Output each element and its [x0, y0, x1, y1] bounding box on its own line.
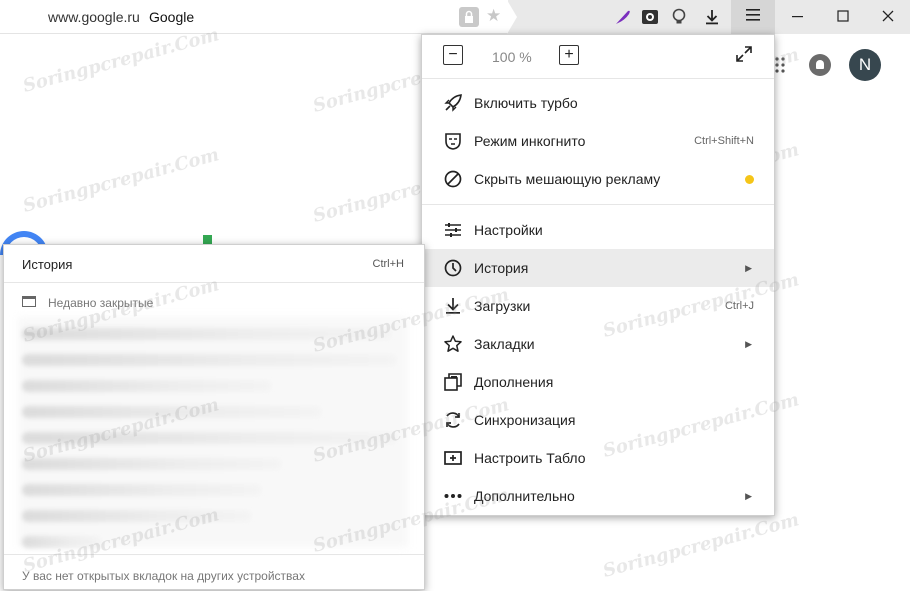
- menu-item-customize-tablo[interactable]: Настроить Табло: [422, 439, 774, 477]
- rocket-icon: [442, 92, 464, 114]
- recently-closed-label: Недавно закрытые: [48, 296, 154, 310]
- menu-item-addons[interactable]: Дополнения: [422, 363, 774, 401]
- menu-item-label: Включить турбо: [474, 95, 578, 111]
- menu-item-label: Скрыть мешающую рекламу: [474, 171, 661, 187]
- watermark-text: Soringpcrepair.Com: [20, 144, 222, 217]
- menu-divider: [422, 204, 774, 205]
- clapper-icon[interactable]: [639, 6, 661, 28]
- other-devices-note: У вас нет открытых вкладок на других уст…: [22, 569, 305, 583]
- download-icon: [442, 295, 464, 317]
- submenu-arrow-icon: ▶: [745, 338, 752, 349]
- hamburger-icon: [746, 8, 760, 26]
- menu-item-sync[interactable]: Синхронизация: [422, 401, 774, 439]
- menu-item-label: Дополнительно: [474, 488, 575, 504]
- menu-item-label: Закладки: [474, 336, 535, 352]
- list-item[interactable]: [22, 328, 392, 340]
- list-item[interactable]: [22, 380, 272, 392]
- menu-item-settings[interactable]: Настройки: [422, 211, 774, 249]
- list-item[interactable]: [22, 406, 322, 418]
- clock-icon: [442, 257, 464, 279]
- menu-item-shortcut: Ctrl+Shift+N: [694, 135, 754, 147]
- list-item[interactable]: [22, 510, 252, 522]
- block-icon: [442, 168, 464, 190]
- star-icon: [442, 333, 464, 355]
- zoom-level: 100 %: [492, 49, 532, 65]
- menu-item-shortcut: Ctrl+J: [724, 300, 754, 312]
- minimize-button[interactable]: [775, 0, 820, 34]
- submenu-arrow-icon: ▶: [745, 262, 752, 273]
- maximize-button[interactable]: [820, 0, 865, 34]
- main-menu-dropdown: − 100 % + Включить турбо Режим инкогнито…: [421, 34, 775, 516]
- download-icon[interactable]: [701, 6, 723, 28]
- history-submenu: История Ctrl+H Недавно закрытые У вас не…: [3, 244, 425, 590]
- lock-icon[interactable]: [459, 7, 479, 27]
- status-dot: [745, 174, 754, 184]
- addons-icon: [442, 371, 464, 393]
- window-icon: [22, 296, 36, 307]
- feather-icon[interactable]: [612, 6, 634, 28]
- menu-item-label: Режим инкогнито: [474, 133, 586, 149]
- menu-item-downloads[interactable]: Загрузки Ctrl+J: [422, 287, 774, 325]
- page-title: Google: [149, 9, 195, 25]
- maximize-icon: [836, 9, 849, 26]
- main-menu-button[interactable]: [731, 0, 775, 34]
- mask-icon: [442, 130, 464, 152]
- zoom-row: − 100 % +: [422, 35, 774, 79]
- zoom-in-button[interactable]: +: [559, 45, 579, 65]
- avatar[interactable]: N: [849, 49, 881, 81]
- list-item[interactable]: [22, 458, 282, 470]
- list-item[interactable]: [22, 484, 262, 496]
- minimize-icon: [791, 9, 804, 26]
- address-url[interactable]: www.google.ru: [48, 9, 140, 25]
- menu-item-history[interactable]: История ▶: [422, 249, 774, 287]
- menu-item-label: Синхронизация: [474, 412, 576, 428]
- menu-divider: [4, 282, 424, 283]
- close-button[interactable]: [865, 0, 910, 34]
- menu-item-bookmarks[interactable]: Закладки ▶: [422, 325, 774, 363]
- plus-box-icon: [442, 447, 464, 469]
- menu-item-label: Настройки: [474, 222, 543, 238]
- bulb-icon[interactable]: [668, 6, 690, 28]
- history-title[interactable]: История: [22, 257, 72, 272]
- menu-item-incognito[interactable]: Режим инкогнито Ctrl+Shift+N: [422, 122, 774, 160]
- apps-grid-icon[interactable]: [775, 57, 787, 73]
- zoom-out-button[interactable]: −: [443, 45, 463, 65]
- menu-divider: [4, 554, 424, 555]
- list-item[interactable]: [22, 354, 397, 366]
- list-item[interactable]: [22, 432, 397, 444]
- menu-item-label: История: [474, 260, 529, 276]
- watermark-text: Soringpcrepair.Com: [20, 24, 222, 97]
- dots-icon: [442, 485, 464, 507]
- menu-item-label: Настроить Табло: [474, 450, 586, 466]
- menu-item-label: Дополнения: [474, 374, 554, 390]
- sliders-icon: [442, 219, 464, 241]
- list-item[interactable]: [22, 536, 102, 548]
- menu-item-turbo[interactable]: Включить турбо: [422, 84, 774, 122]
- submenu-arrow-icon: ▶: [745, 490, 752, 501]
- notifications-bell-icon[interactable]: [809, 54, 831, 76]
- menu-item-label: Загрузки: [474, 298, 531, 314]
- close-icon: [882, 9, 894, 26]
- history-shortcut: Ctrl+H: [372, 258, 404, 270]
- google-logo-fragment-green: [203, 235, 212, 244]
- star-icon[interactable]: ★: [486, 6, 501, 26]
- browser-toolbar: www.google.ru Google ★: [0, 0, 910, 34]
- fullscreen-icon[interactable]: [735, 45, 753, 68]
- watermark-text: Soringpcrepair.Com: [600, 509, 802, 582]
- menu-item-more[interactable]: Дополнительно ▶: [422, 477, 774, 515]
- sync-icon: [442, 409, 464, 431]
- menu-item-hide-ads[interactable]: Скрыть мешающую рекламу: [422, 160, 774, 198]
